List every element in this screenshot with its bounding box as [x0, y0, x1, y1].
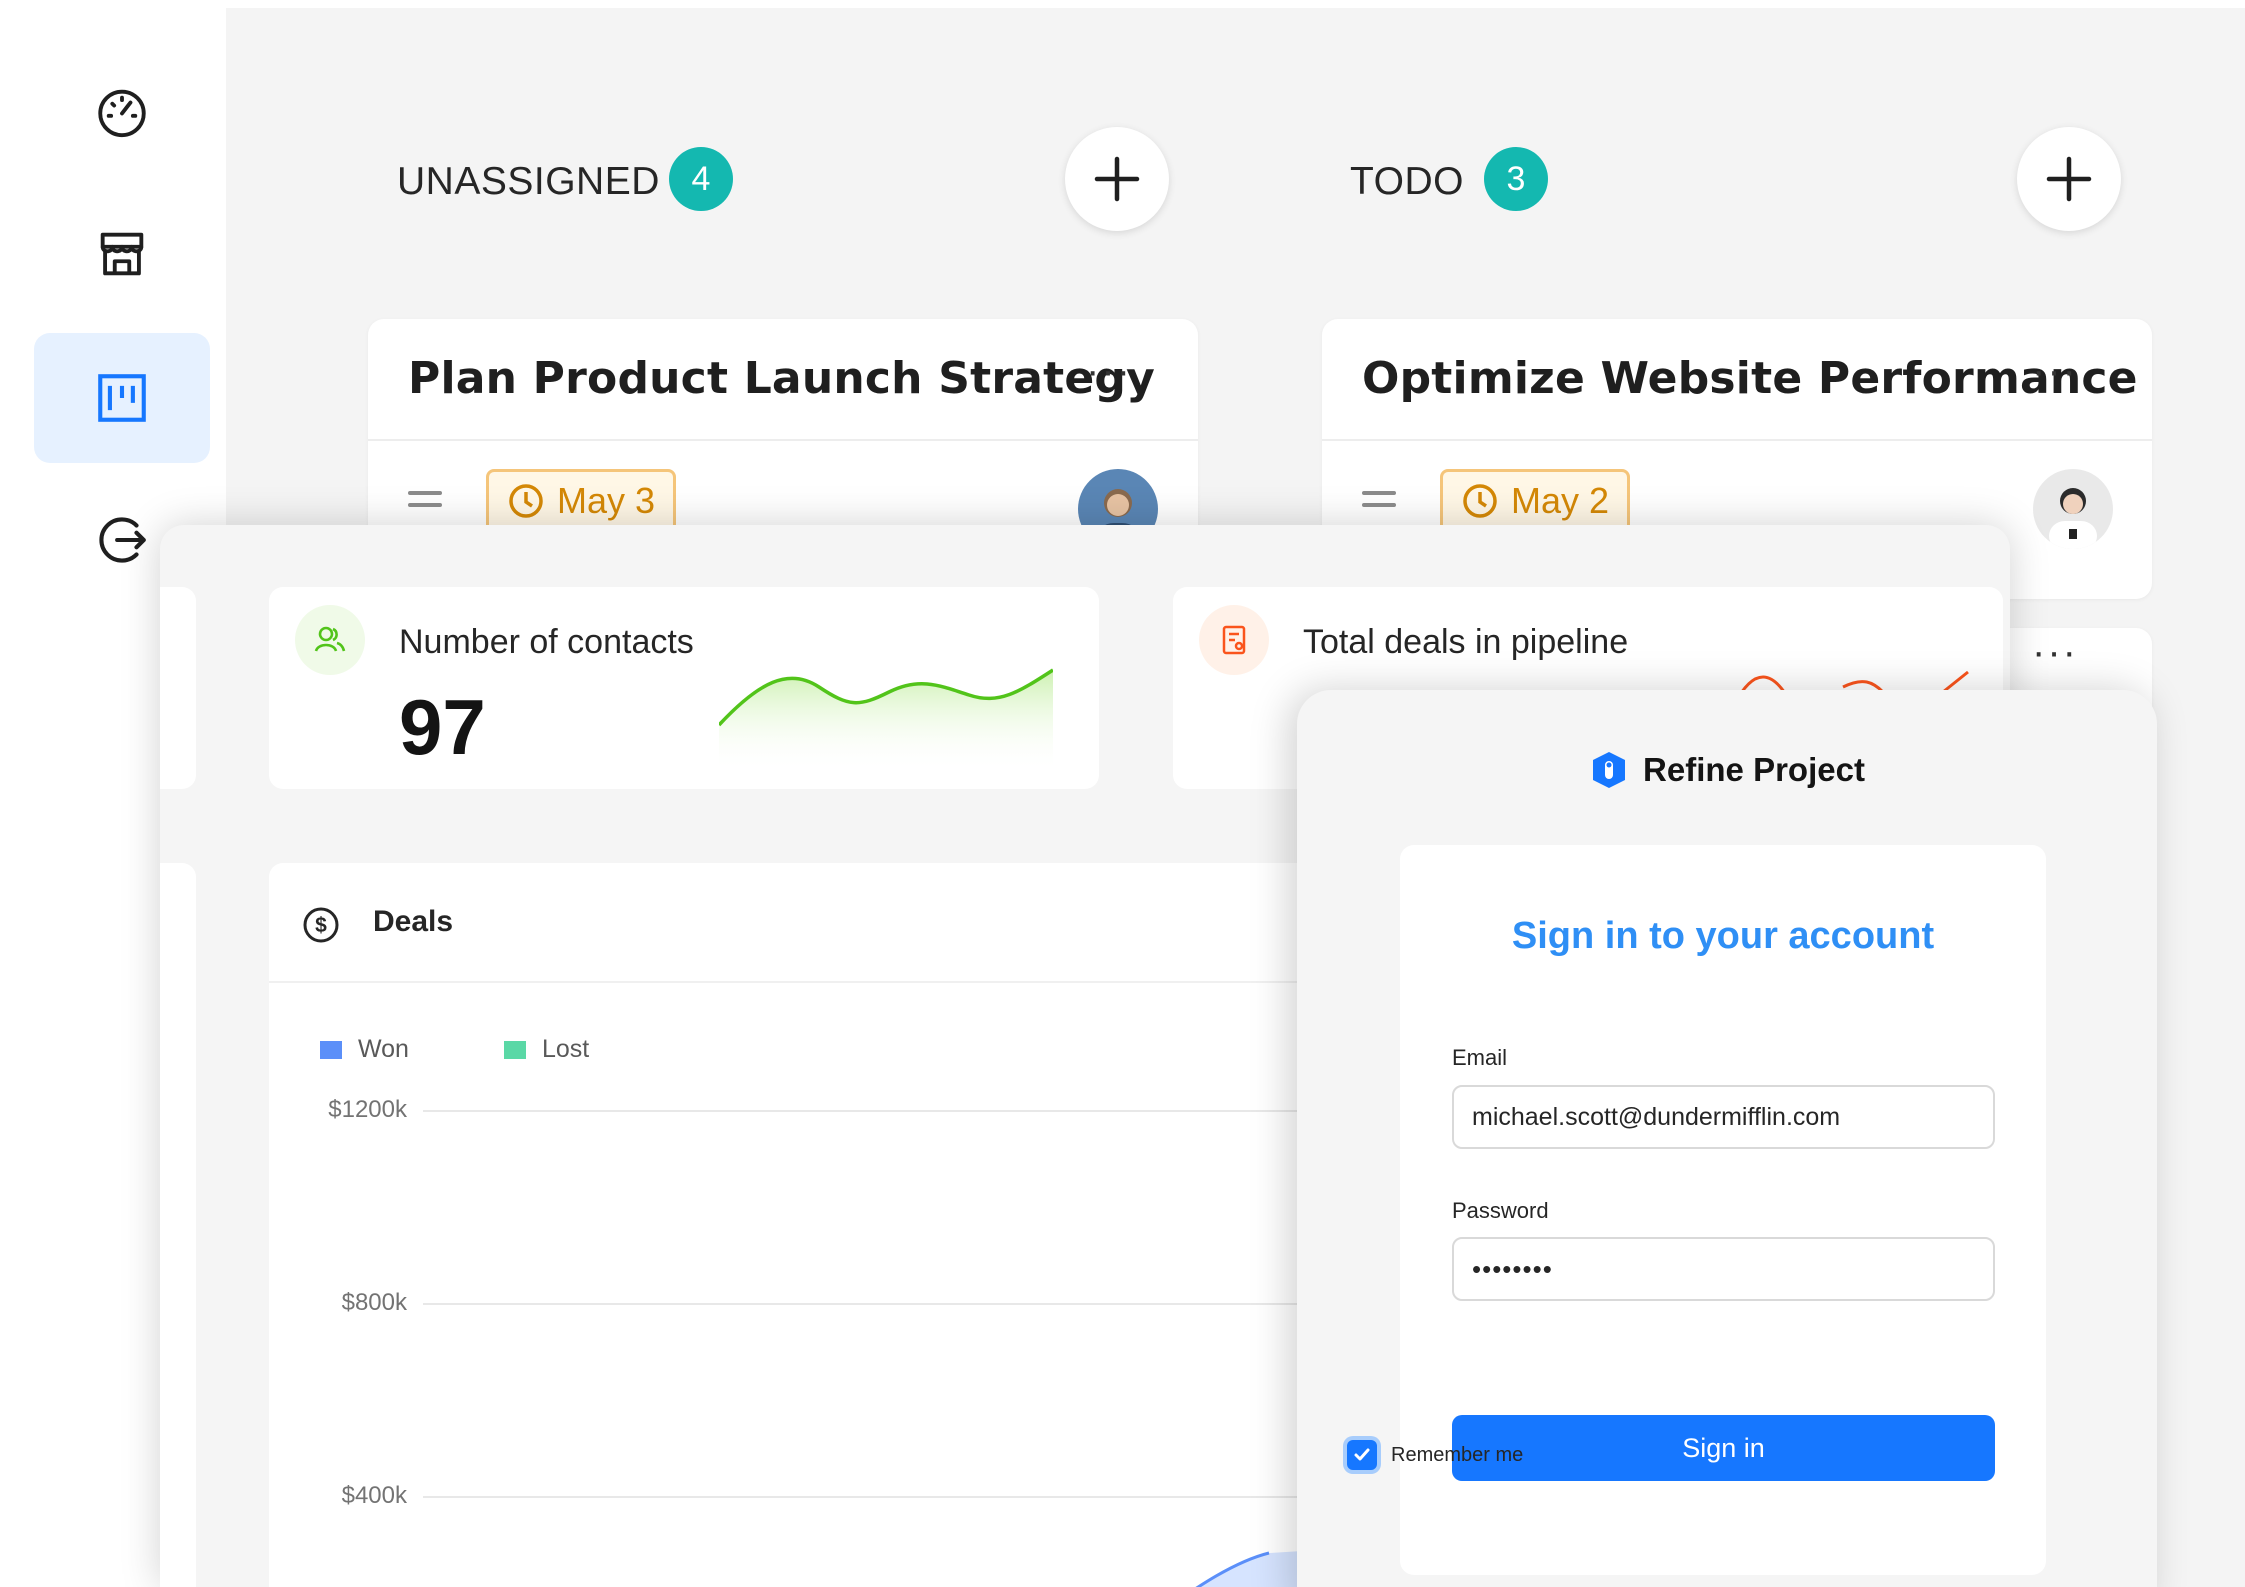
- due-date-text: May 3: [557, 480, 656, 521]
- clock-icon: [509, 484, 543, 518]
- logout-icon: [99, 517, 146, 563]
- dollar-icon: $: [303, 907, 339, 943]
- plus-icon: [1094, 156, 1140, 202]
- column-title: UNASSIGNED: [397, 160, 660, 203]
- password-label: Password: [1452, 1198, 1549, 1223]
- legend-item-won[interactable]: Won: [320, 1035, 409, 1064]
- due-date-text: May 2: [1511, 480, 1610, 521]
- y-tick-label: $400k: [341, 1482, 407, 1509]
- store-icon: [100, 232, 144, 276]
- divider: [1322, 439, 2152, 441]
- y-tick-label: $1200k: [328, 1096, 407, 1123]
- plus-icon: [2046, 156, 2092, 202]
- description-icon: [408, 491, 442, 515]
- due-date-tag: May 2: [1440, 469, 1631, 533]
- deals-title: Deals: [373, 905, 454, 938]
- description-icon: [1362, 491, 1396, 515]
- y-tick-label: $800k: [341, 1289, 407, 1316]
- remember-label: Remember me: [1391, 1443, 1524, 1466]
- sign-in-button[interactable]: Sign in: [1452, 1415, 1995, 1481]
- document-icon: [1199, 605, 1269, 675]
- legend-swatch: [320, 1040, 342, 1059]
- card-menu-button[interactable]: ···: [2032, 349, 2078, 394]
- stat-card: [160, 587, 196, 789]
- remember-me[interactable]: Remember me: [1347, 1440, 1523, 1470]
- login-panel: Refine Project Sign in to your account E…: [1297, 690, 2157, 1587]
- sidebar-item-store[interactable]: [34, 189, 210, 319]
- stat-card-contacts: Number of contacts 97: [269, 587, 1099, 789]
- brand: Refine Project: [1297, 750, 2157, 790]
- card-menu-button[interactable]: ···: [1086, 349, 1132, 394]
- email-field[interactable]: [1452, 1085, 1995, 1149]
- app-screen: UNASSIGNED 4 TODO 3 Plan Product Launch …: [0, 0, 2245, 1587]
- divider: [368, 439, 1198, 441]
- kanban-icon: [98, 374, 146, 422]
- avatar: [2033, 469, 2113, 549]
- password-field[interactable]: ••••••••: [1452, 1237, 1995, 1301]
- sidebar-item-kanban[interactable]: [34, 333, 210, 463]
- svg-text:$: $: [315, 914, 327, 937]
- email-label: Email: [1452, 1045, 1508, 1070]
- contacts-sparkline: [719, 668, 1053, 772]
- dashboard-icon: [98, 89, 146, 138]
- refine-logo-icon: [1593, 752, 1626, 788]
- legend-label: Lost: [542, 1035, 590, 1063]
- add-card-button[interactable]: [2017, 127, 2121, 231]
- legend-swatch: [504, 1040, 526, 1059]
- contacts-icon: [295, 605, 365, 675]
- due-date-tag: May 3: [486, 469, 677, 533]
- column-count-badge: 4: [669, 147, 733, 211]
- task-title: Optimize Website Performance: [1362, 353, 2138, 404]
- column-count-badge: 3: [1484, 147, 1548, 211]
- stat-label: Total deals in pipeline: [1303, 623, 1629, 661]
- brand-name: Refine Project: [1643, 751, 1865, 788]
- column-title: TODO: [1350, 160, 1464, 203]
- sidebar-item-dashboard[interactable]: [34, 46, 210, 176]
- remember-checkbox[interactable]: [1347, 1440, 1377, 1470]
- stat-label: Number of contacts: [399, 623, 694, 661]
- clock-icon: [1463, 484, 1497, 518]
- card-menu-button[interactable]: ···: [2032, 630, 2078, 675]
- task-title: Plan Product Launch Strategy: [408, 353, 1155, 404]
- stat-value: 97: [399, 683, 486, 771]
- login-heading: Sign in to your account: [1511, 915, 1935, 957]
- checkmark-icon: [1354, 1448, 1370, 1461]
- legend-item-lost[interactable]: Lost: [504, 1035, 589, 1064]
- chart-card: [160, 863, 196, 1587]
- add-card-button[interactable]: [1065, 127, 1169, 231]
- legend-label: Won: [358, 1035, 409, 1063]
